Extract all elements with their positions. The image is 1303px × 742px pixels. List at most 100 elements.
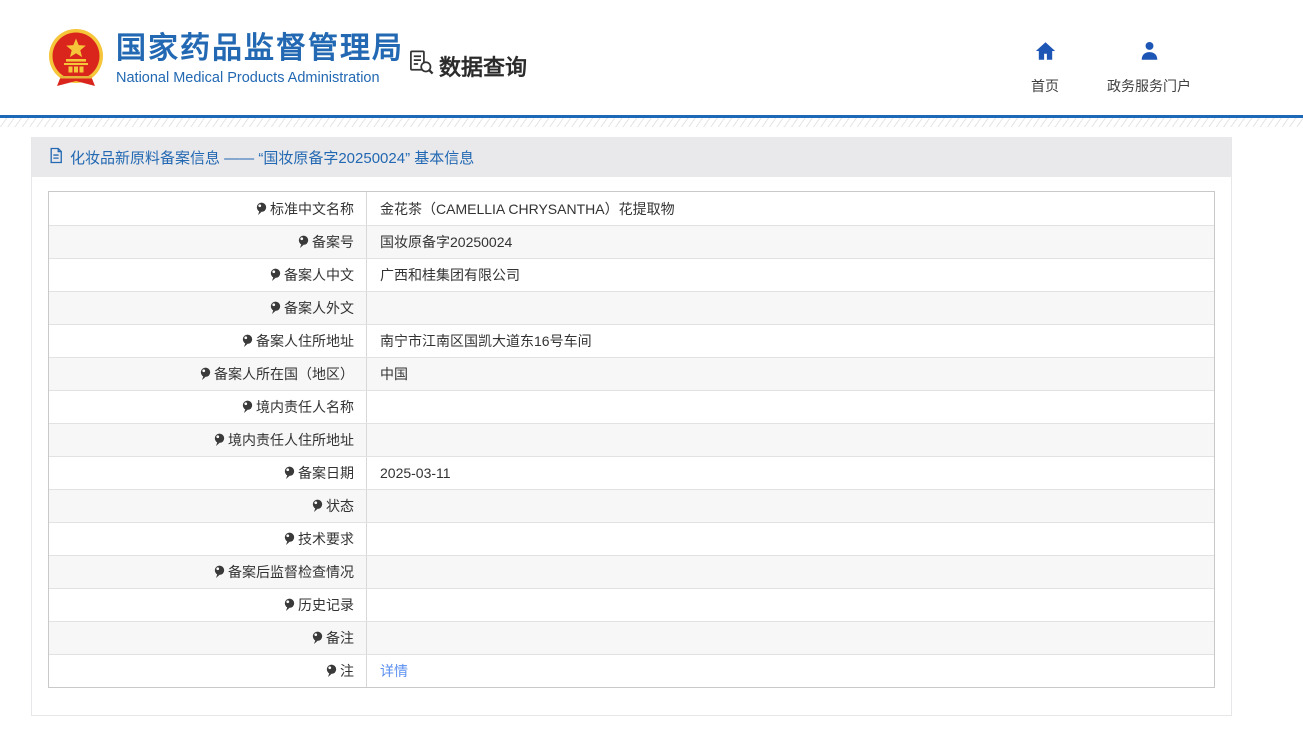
nav-portal[interactable]: 政务服务门户 [1107, 40, 1191, 96]
field-label: 历史记录 [298, 595, 354, 615]
field-label-cell: 备注 [49, 622, 367, 654]
page-title: 化妆品新原料备案信息 —— “国妆原备字20250024” 基本信息 [70, 147, 474, 168]
data-query-section[interactable]: 数据查询 [408, 49, 527, 82]
field-label-cell: 备案后监督检查情况 [49, 556, 367, 588]
field-value-cell: 金花茶（CAMELLIA CHRYSANTHA）花提取物 [367, 192, 1214, 225]
table-row: 标准中文名称 金花茶（CAMELLIA CHRYSANTHA）花提取物 [49, 192, 1214, 225]
field-label-cell: 境内责任人名称 [49, 391, 367, 423]
field-value-cell: 南宁市江南区国凯大道东16号车间 [367, 325, 1214, 357]
field-label-cell: 注 [49, 655, 367, 687]
site-title: 国家药品监督管理局 [116, 31, 404, 67]
nav-home-label: 首页 [1031, 76, 1059, 96]
field-value-cell [367, 292, 1214, 324]
table-row: 技术要求 [49, 522, 1214, 555]
field-label-cell: 状态 [49, 490, 367, 522]
header-texture-band [0, 118, 1303, 127]
field-label: 备案号 [312, 232, 354, 252]
brand-block: 国家药品监督管理局 National Medical Products Admi… [116, 31, 404, 86]
balloon-note-icon [214, 565, 225, 579]
field-label-cell: 备案人住所地址 [49, 325, 367, 357]
field-label-cell: 备案日期 [49, 457, 367, 489]
field-value: 国妆原备字20250024 [380, 232, 512, 252]
field-label: 备案人所在国（地区） [214, 364, 354, 384]
field-value: 金花茶（CAMELLIA CHRYSANTHA）花提取物 [380, 199, 675, 219]
field-value-cell: 详情 [367, 655, 1214, 687]
table-row: 备案日期 2025-03-11 [49, 456, 1214, 489]
field-label: 境内责任人住所地址 [228, 430, 354, 450]
field-value-cell: 中国 [367, 358, 1214, 390]
field-value-cell: 广西和桂集团有限公司 [367, 259, 1214, 291]
table-row: 备注 [49, 621, 1214, 654]
field-value-cell [367, 622, 1214, 654]
user-icon [1138, 40, 1161, 67]
field-label-cell: 备案人外文 [49, 292, 367, 324]
table-row: 备案人住所地址 南宁市江南区国凯大道东16号车间 [49, 324, 1214, 357]
page: 国家药品监督管理局 National Medical Products Admi… [0, 0, 1303, 742]
header-nav: 首页 政务服务门户 [1031, 40, 1191, 96]
balloon-note-icon [242, 400, 253, 414]
field-value-cell [367, 589, 1214, 621]
nav-portal-label: 政务服务门户 [1107, 76, 1191, 96]
info-table: 标准中文名称 金花茶（CAMELLIA CHRYSANTHA）花提取物 备案号 … [48, 191, 1215, 688]
content-panel: 化妆品新原料备案信息 —— “国妆原备字20250024” 基本信息 标准中文名… [31, 137, 1232, 716]
balloon-note-icon [312, 499, 323, 513]
field-label: 标准中文名称 [270, 199, 354, 219]
field-label-cell: 备案人所在国（地区） [49, 358, 367, 390]
field-value: 2025-03-11 [380, 465, 451, 481]
table-row: 备案人外文 [49, 291, 1214, 324]
field-label: 备案人中文 [284, 265, 354, 285]
field-value-cell [367, 490, 1214, 522]
table-row: 状态 [49, 489, 1214, 522]
field-label-cell: 技术要求 [49, 523, 367, 555]
field-label: 备案人住所地址 [256, 331, 354, 351]
nav-home[interactable]: 首页 [1031, 40, 1059, 96]
field-value-cell [367, 391, 1214, 423]
table-row: 备案号 国妆原备字20250024 [49, 225, 1214, 258]
field-label: 备注 [326, 628, 354, 648]
balloon-note-icon [284, 598, 295, 612]
field-label-cell: 境内责任人住所地址 [49, 424, 367, 456]
field-label: 状态 [326, 496, 354, 516]
document-search-icon [408, 49, 435, 82]
home-icon [1034, 40, 1057, 67]
balloon-note-icon [298, 235, 309, 249]
table-row: 注 详情 [49, 654, 1214, 687]
detail-link[interactable]: 详情 [380, 661, 408, 681]
field-value: 中国 [380, 364, 408, 384]
nmpa-emblem-logo [43, 26, 109, 92]
field-value: 南宁市江南区国凯大道东16号车间 [380, 331, 592, 351]
field-value-cell: 国妆原备字20250024 [367, 226, 1214, 258]
balloon-note-icon [200, 367, 211, 381]
table-row: 备案后监督检查情况 [49, 555, 1214, 588]
field-value-cell [367, 424, 1214, 456]
field-value: 广西和桂集团有限公司 [380, 265, 520, 285]
balloon-note-icon [270, 268, 281, 282]
field-label: 备案人外文 [284, 298, 354, 318]
site-subtitle: National Medical Products Administration [116, 70, 404, 86]
field-label: 备案日期 [298, 463, 354, 483]
table-row: 境内责任人住所地址 [49, 423, 1214, 456]
data-query-label: 数据查询 [439, 50, 527, 82]
field-label: 境内责任人名称 [256, 397, 354, 417]
site-header: 国家药品监督管理局 National Medical Products Admi… [0, 0, 1303, 115]
field-label: 备案后监督检查情况 [228, 562, 354, 582]
field-label: 注 [340, 661, 354, 681]
field-label-cell: 历史记录 [49, 589, 367, 621]
balloon-note-icon [312, 631, 323, 645]
balloon-note-icon [270, 301, 281, 315]
field-label-cell: 备案人中文 [49, 259, 367, 291]
field-label: 技术要求 [298, 529, 354, 549]
balloon-note-icon [214, 433, 225, 447]
page-title-bar: 化妆品新原料备案信息 —— “国妆原备字20250024” 基本信息 [32, 137, 1231, 177]
balloon-note-icon [284, 466, 295, 480]
balloon-note-icon [284, 532, 295, 546]
table-row: 备案人所在国（地区） 中国 [49, 357, 1214, 390]
field-label-cell: 备案号 [49, 226, 367, 258]
table-row: 历史记录 [49, 588, 1214, 621]
field-label-cell: 标准中文名称 [49, 192, 367, 225]
document-icon [49, 147, 63, 168]
balloon-note-icon [256, 202, 267, 216]
field-value-cell [367, 556, 1214, 588]
balloon-note-icon [326, 664, 337, 678]
field-value-cell [367, 523, 1214, 555]
